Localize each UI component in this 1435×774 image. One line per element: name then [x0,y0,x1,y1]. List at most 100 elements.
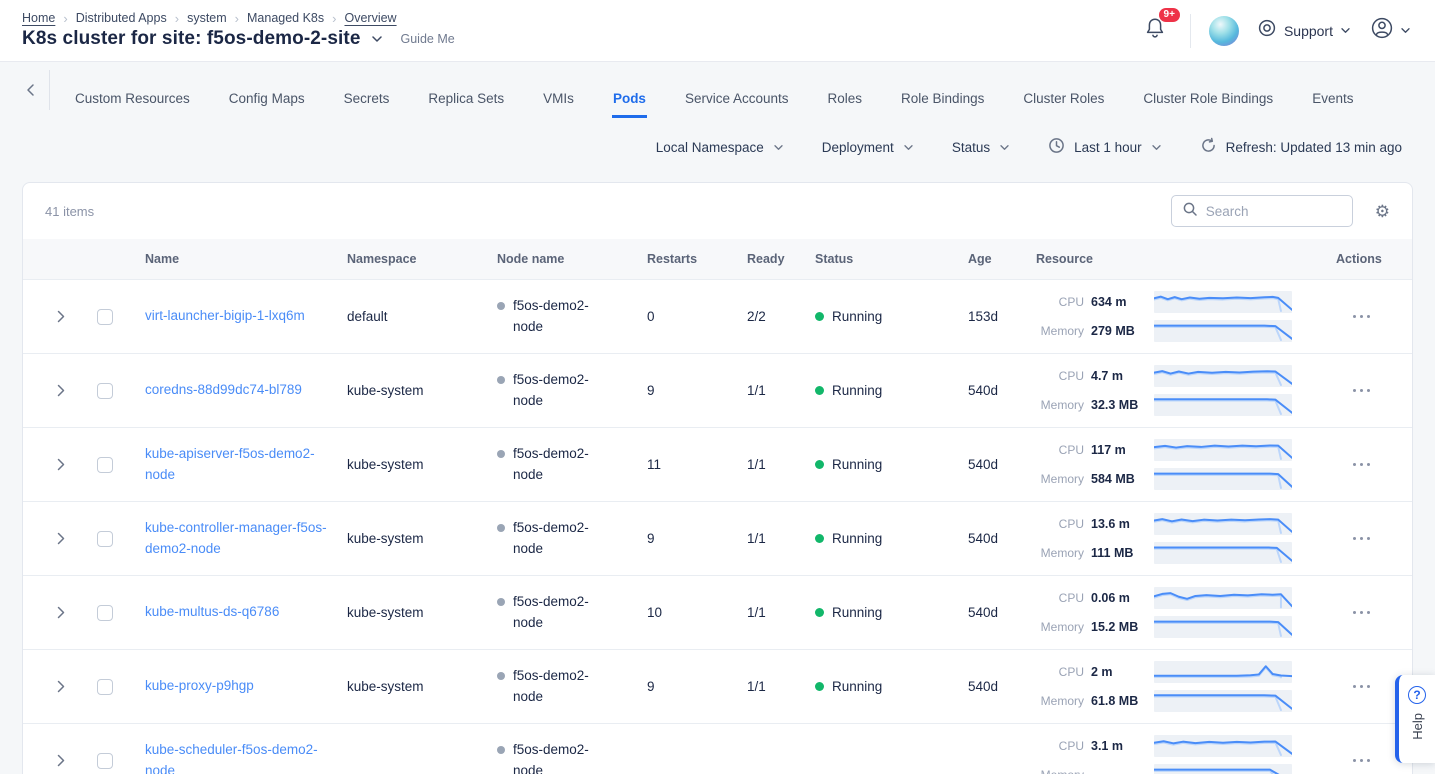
namespace-cell: kube-system [331,383,481,398]
table-body: virt-launcher-bigip-1-lxq6m default f5os… [23,279,1412,774]
expand-row-icon[interactable] [57,458,65,471]
row-checkbox[interactable] [97,531,113,547]
pod-name-link[interactable]: coredns-88d99dc74-bl789 [145,380,302,401]
node-name: f5os-demo2-node [513,592,601,634]
row-actions-button[interactable] [1351,309,1373,325]
tab-replica-sets[interactable]: Replica Sets [427,62,505,118]
namespace-cell: kube-system [331,679,481,694]
expand-row-icon[interactable] [57,310,65,323]
refresh-button[interactable]: Refresh: Updated 13 min ago [1200,137,1402,157]
help-widget[interactable]: ? Help [1395,675,1435,763]
filter-namespace-label: Local Namespace [656,140,764,155]
breadcrumb-item[interactable]: Managed K8s [247,11,324,25]
breadcrumb-item[interactable]: system [187,11,227,25]
breadcrumb-item[interactable]: Overview [344,11,396,25]
tab-list: Custom Resources Config Maps Secrets Replic… [74,62,1354,118]
row-actions-button[interactable] [1351,383,1373,399]
table-row: kube-proxy-p9hgp kube-system f5os-demo2-… [23,649,1412,723]
tab-roles[interactable]: Roles [827,62,864,118]
node-name: f5os-demo2-node [513,444,601,486]
tab-vmis[interactable]: VMIs [542,62,575,118]
status-dot-icon [815,312,824,321]
memory-value: 32.3 MB [1091,397,1147,414]
expand-row-icon[interactable] [57,532,65,545]
tabs-scroll-left-button[interactable] [24,62,49,118]
row-checkbox[interactable] [97,753,113,769]
table-header-row: Name Namespace Node name Restarts Ready … [23,239,1412,279]
col-status: Status [799,252,952,266]
expand-row-icon[interactable] [57,754,65,767]
memory-label: Memory [1036,546,1084,560]
search-icon [1182,201,1198,222]
tab-events[interactable]: Events [1311,62,1354,118]
expand-row-icon[interactable] [57,680,65,693]
tab-role-bindings[interactable]: Role Bindings [900,62,985,118]
tab-secrets[interactable]: Secrets [343,62,391,118]
expand-row-icon[interactable] [57,606,65,619]
cpu-value: 3.1 m [1091,738,1147,755]
page-title: K8s cluster for site: f5os-demo-2-site [22,28,361,50]
breadcrumb-item[interactable]: Distributed Apps [76,11,167,25]
search-input[interactable] [1206,204,1342,219]
title-chevron-down-icon[interactable] [371,35,383,43]
cpu-label: CPU [1036,739,1084,753]
row-checkbox[interactable] [97,605,113,621]
support-chevron-down-icon [1340,27,1351,34]
table-row: coredns-88d99dc74-bl789 kube-system f5os… [23,353,1412,427]
breadcrumb-item[interactable]: Home [22,11,55,25]
expand-row-icon[interactable] [57,384,65,397]
tab-custom-resources[interactable]: Custom Resources [74,62,191,118]
support-label: Support [1284,23,1333,39]
tab-service-accounts[interactable]: Service Accounts [684,62,790,118]
pod-name-link[interactable]: kube-controller-manager-f5os-demo2-node [145,518,331,560]
mem-sparkline [1154,542,1292,564]
tab-pods[interactable]: Pods [612,62,647,118]
tab-cluster-roles[interactable]: Cluster Roles [1022,62,1105,118]
row-actions-button[interactable] [1351,679,1373,695]
mem-sparkline [1154,320,1292,342]
row-checkbox[interactable] [97,383,113,399]
cpu-label: CPU [1036,443,1084,457]
guide-me-link[interactable]: Guide Me [401,32,455,46]
row-checkbox[interactable] [97,679,113,695]
pod-name-link[interactable]: kube-apiserver-f5os-demo2-node [145,444,331,486]
clock-icon [1048,137,1065,157]
filter-status-label: Status [952,140,990,155]
pod-name-link[interactable]: kube-proxy-p9hgp [145,676,254,697]
row-checkbox[interactable] [97,457,113,473]
node-dot-icon [497,524,505,532]
memory-value: 111 MB [1091,545,1147,562]
mem-sparkline [1154,690,1292,712]
cpu-sparkline [1154,365,1292,387]
row-actions-button[interactable] [1351,753,1373,769]
filter-deployment[interactable]: Deployment [822,140,914,155]
support-menu[interactable]: Support [1257,18,1351,43]
status-text: Running [832,309,882,324]
bell-icon [1144,27,1166,44]
cpu-label: CPU [1036,295,1084,309]
memory-label: Memory [1036,694,1084,708]
tab-config-maps[interactable]: Config Maps [228,62,306,118]
row-actions-button[interactable] [1351,605,1373,621]
col-name: Name [129,252,331,266]
chevron-down-icon [999,144,1010,151]
tab-bar: Custom Resources Config Maps Secrets Replic… [0,62,1435,118]
filter-namespace[interactable]: Local Namespace [656,140,784,155]
pod-name-link[interactable]: kube-scheduler-f5os-demo2-node [145,740,331,774]
row-checkbox[interactable] [97,309,113,325]
status-text: Running [832,531,882,546]
row-actions-button[interactable] [1351,457,1373,473]
filter-time-range[interactable]: Last 1 hour [1048,137,1162,157]
user-menu[interactable] [1369,15,1411,46]
restarts-cell: 11 [631,457,731,472]
workspace-avatar[interactable] [1209,16,1239,46]
filter-status[interactable]: Status [952,140,1010,155]
notifications-button[interactable]: 9+ [1138,12,1172,49]
row-actions-button[interactable] [1351,531,1373,547]
pod-name-link[interactable]: kube-multus-ds-q6786 [145,602,279,623]
pod-name-link[interactable]: virt-launcher-bigip-1-lxq6m [145,306,305,327]
tab-cluster-role-bindings[interactable]: Cluster Role Bindings [1142,62,1274,118]
gear-icon[interactable]: ⚙ [1375,203,1390,220]
ready-cell: 2/2 [731,309,799,324]
node-name: f5os-demo2-node [513,296,601,338]
